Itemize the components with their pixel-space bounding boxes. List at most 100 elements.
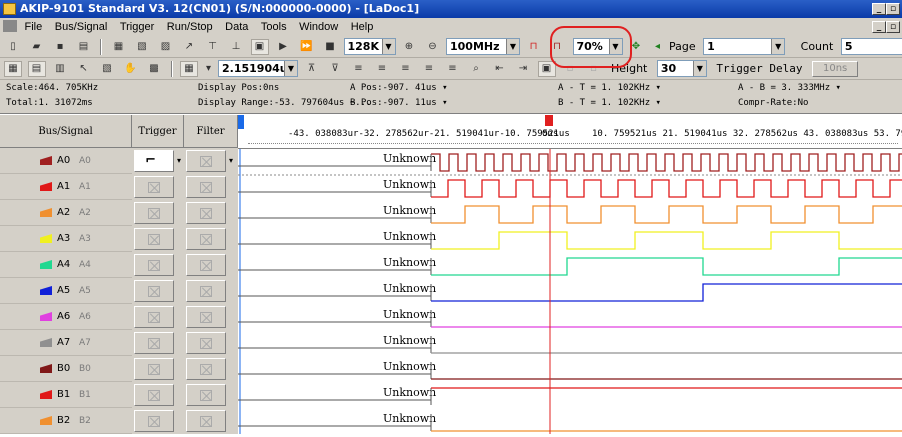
zoom-out-icon[interactable]: ⊖ [424, 39, 442, 55]
doc-restore-button[interactable]: ▫ [886, 21, 900, 33]
page-input[interactable]: 1 ▼ [703, 38, 786, 55]
header-filter[interactable]: Filter [184, 115, 238, 148]
pulse-icon[interactable]: ⊽ [326, 61, 344, 77]
dropdown-arrow-icon[interactable]: ▾ [204, 61, 214, 77]
filter-cell[interactable] [186, 358, 226, 380]
print-icon[interactable]: ▤ [75, 39, 93, 55]
menu-tools[interactable]: Tools [261, 21, 287, 33]
chevron-down-icon[interactable]: ▾ [229, 156, 233, 165]
restore-button[interactable]: ▫ [886, 3, 900, 15]
signal-row[interactable]: A5 A5 [0, 278, 238, 304]
depth-select[interactable]: 128K ▼ [343, 38, 396, 55]
bus-add-icon[interactable]: ▦ [110, 39, 128, 55]
find-icon[interactable]: ⌕ [467, 61, 485, 77]
a-pos-text[interactable]: A Pos:-907. 41us ▾ [350, 83, 448, 93]
grid-view-icon[interactable]: ▦ [4, 61, 22, 77]
signal-row[interactable]: B0 B0 [0, 356, 238, 382]
signal-name-cell[interactable]: A1 A1 [0, 174, 132, 200]
menu-help[interactable]: Help [351, 21, 374, 33]
doc-minimize-button[interactable]: _ [872, 21, 886, 33]
bar-a-icon[interactable]: ≡ [350, 61, 368, 77]
signal-row[interactable]: A7 A7 [0, 330, 238, 356]
left-marker-icon[interactable] [238, 115, 244, 129]
waveform-display-icon[interactable]: ⊓ [525, 39, 543, 55]
menu-file[interactable]: File [25, 21, 43, 33]
filter-cell[interactable] [186, 176, 226, 198]
signal-name-cell[interactable]: A2 A2 [0, 200, 132, 226]
minimize-button[interactable]: _ [872, 3, 886, 15]
signal-name-cell[interactable]: B0 B0 [0, 356, 132, 382]
trigger-cell[interactable] [134, 358, 174, 380]
filter-cell[interactable] [186, 202, 226, 224]
filter-cell[interactable] [186, 410, 226, 432]
menu-run-stop[interactable]: Run/Stop [167, 21, 213, 33]
b-pos-text[interactable]: B Pos:-907. 11us ▾ [350, 98, 448, 108]
signal-row[interactable]: A2 A2 [0, 200, 238, 226]
signal-name-cell[interactable]: A5 A5 [0, 278, 132, 304]
header-trigger[interactable]: Trigger [132, 115, 184, 148]
trigger-delay-input[interactable]: 10ns [811, 61, 859, 77]
height-input[interactable]: 30 ▼ [656, 60, 707, 77]
calc-icon[interactable]: ▦ [180, 61, 198, 77]
signal-row[interactable]: A0 A0 ⌐ ▾ ▾ [0, 148, 238, 174]
bar-b-icon[interactable]: ≡ [373, 61, 391, 77]
signal-name-cell[interactable]: B2 B2 [0, 408, 132, 434]
menu-data[interactable]: Data [225, 21, 248, 33]
goto-start-icon[interactable]: ⇤ [491, 61, 509, 77]
goto-end-icon[interactable]: ⇥ [514, 61, 532, 77]
trigger-flag-icon[interactable] [545, 115, 553, 126]
signal-name-cell[interactable]: A3 A3 [0, 226, 132, 252]
signal-row[interactable]: A3 A3 [0, 226, 238, 252]
trigger-edit-icon[interactable]: ⊤ [204, 39, 222, 55]
filter-cell[interactable] [186, 254, 226, 276]
signal-name-cell[interactable]: A4 A4 [0, 252, 132, 278]
a-t-text[interactable]: A - T = 1. 102KHz ▾ [558, 83, 661, 93]
filter-cell[interactable] [186, 280, 226, 302]
hand-icon[interactable]: ✋ [122, 61, 140, 77]
save-icon[interactable]: ▪ [51, 39, 69, 55]
open-folder-icon[interactable]: ▰ [28, 39, 46, 55]
signal-name-cell[interactable]: A7 A7 [0, 330, 132, 356]
trigger-cell[interactable] [134, 228, 174, 250]
trigger-cell[interactable] [134, 332, 174, 354]
bar-e-icon[interactable]: ≡ [444, 61, 462, 77]
pointer-icon[interactable]: ↖ [75, 61, 93, 77]
settings-panel-icon[interactable]: ▣ [250, 39, 269, 55]
filter-cell[interactable]: ▾ [186, 150, 233, 172]
trigger-cell[interactable] [134, 384, 174, 406]
trigger-cell[interactable] [134, 280, 174, 302]
filter-cell[interactable] [186, 306, 226, 328]
trigger-cell[interactable] [134, 254, 174, 276]
count-input[interactable]: 5▼ [840, 38, 902, 55]
new-file-icon[interactable]: ▯ [4, 39, 22, 55]
trigger-cell[interactable] [134, 176, 174, 198]
trigger-cell[interactable] [134, 410, 174, 432]
edge-icon[interactable]: ⊼ [303, 61, 321, 77]
filter-cell[interactable] [186, 228, 226, 250]
chevron-down-icon[interactable]: ▾ [177, 156, 181, 165]
measure-icon[interactable]: ▧ [98, 61, 116, 77]
trigger-cell[interactable]: ⌐ ▾ [134, 150, 181, 172]
rate-select[interactable]: 100MHz ▼ [446, 38, 520, 55]
page-prev-icon[interactable]: ◂ [651, 39, 665, 55]
run-icon[interactable]: ▶ [274, 39, 292, 55]
menu-trigger[interactable]: Trigger [120, 21, 154, 33]
bar-d-icon[interactable]: ≡ [420, 61, 438, 77]
filter-cell[interactable] [186, 332, 226, 354]
signal-row[interactable]: A1 A1 [0, 174, 238, 200]
list-view-icon[interactable]: ▤ [27, 61, 46, 77]
doc-menu-icon[interactable] [3, 20, 17, 32]
signal-row[interactable]: B2 B2 [0, 408, 238, 434]
signal-row[interactable]: B1 B1 [0, 382, 238, 408]
trigger-cell[interactable] [134, 306, 174, 328]
signal-add-icon[interactable]: ▧ [133, 39, 151, 55]
cursor-icon[interactable]: ↗ [180, 39, 198, 55]
trigger-set-icon[interactable]: ⊥ [227, 39, 245, 55]
bar-c-icon[interactable]: ≡ [397, 61, 415, 77]
signal-row[interactable]: A4 A4 [0, 252, 238, 278]
run-continuous-icon[interactable]: ⏩ [298, 39, 316, 55]
b-t-text[interactable]: B - T = 1. 102KHz ▾ [558, 98, 661, 108]
filter-cell[interactable] [186, 384, 226, 406]
header-bus-signal[interactable]: Bus/Signal [0, 115, 132, 148]
time-select[interactable]: 2.151904u: ▼ [218, 60, 298, 77]
